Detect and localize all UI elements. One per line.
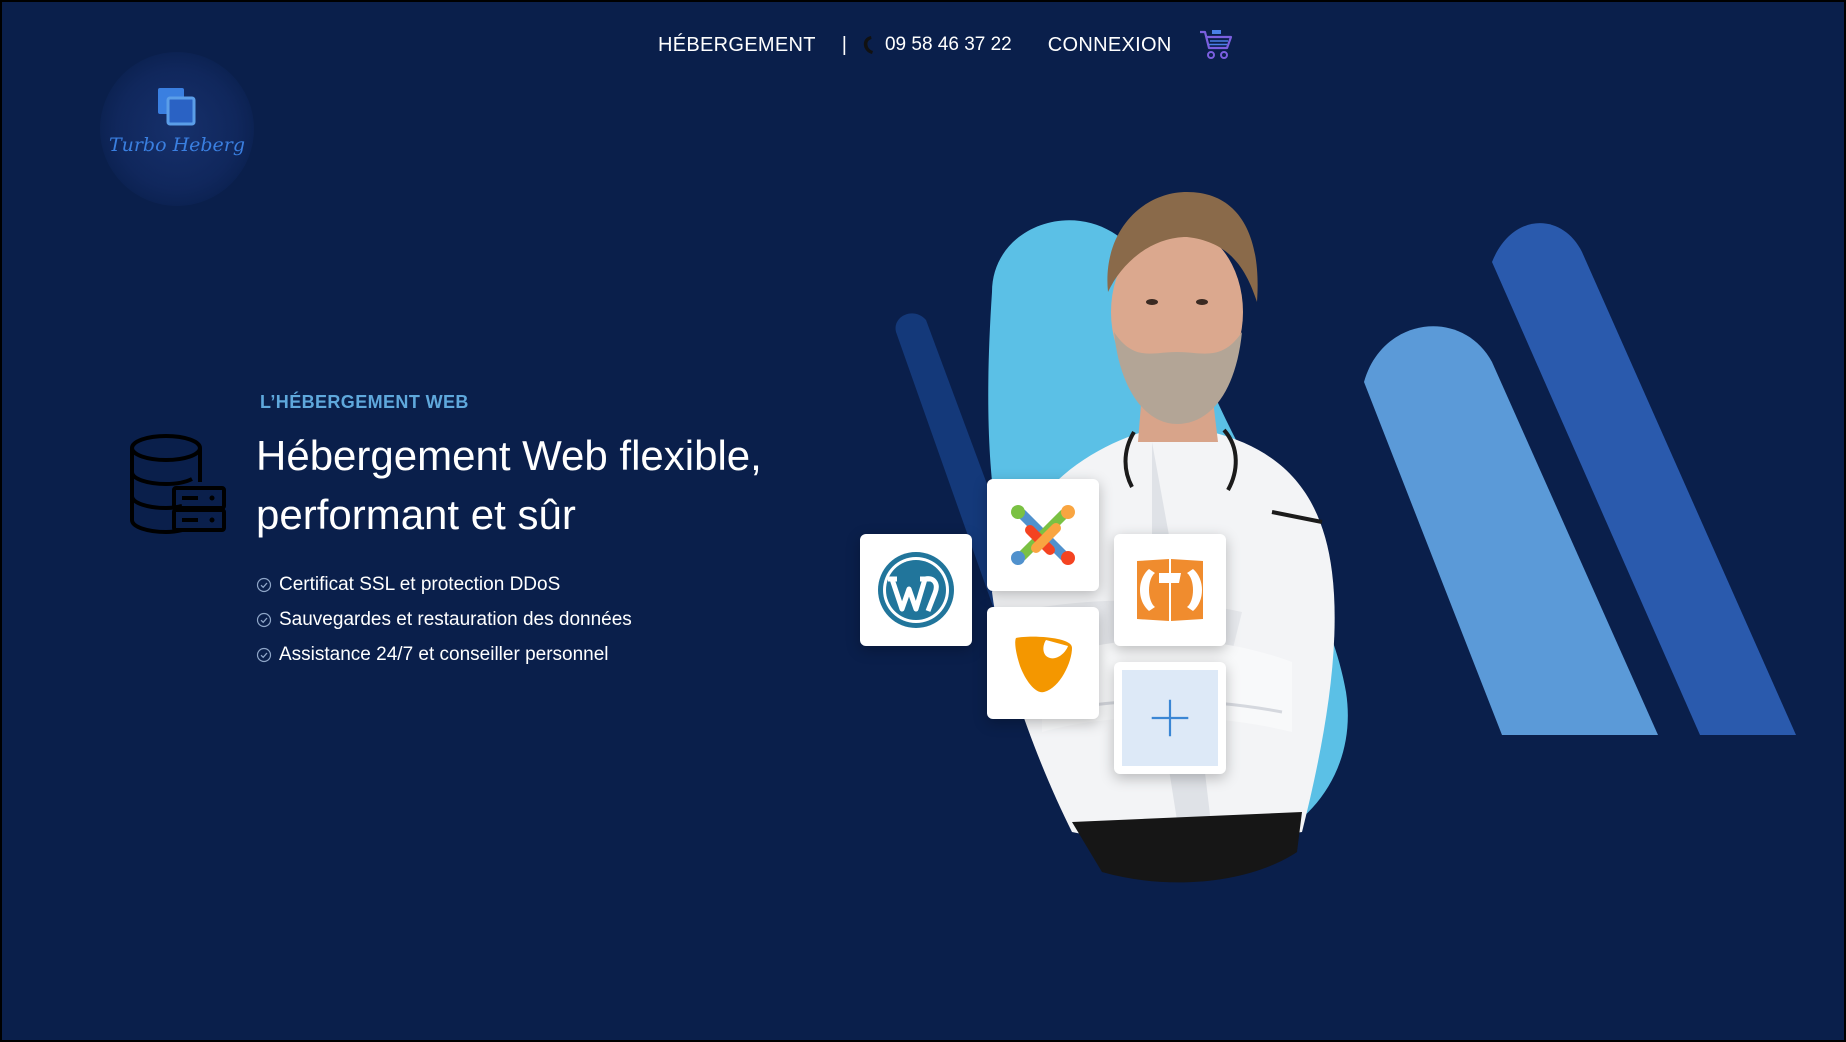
wordpress-tile[interactable] [860, 534, 972, 646]
joomla-icon [1011, 505, 1075, 565]
concrete-cms-icon [1137, 559, 1203, 621]
page: Turbo Heberg HÉBERGEMENT | 09 58 46 37 2… [2, 2, 1844, 1040]
feature-text: Assistance 24/7 et conseiller personnel [279, 644, 609, 665]
hero-title: Hébergement Web flexible, performant et … [256, 426, 816, 544]
top-nav: HÉBERGEMENT | 09 58 46 37 22 CONNEXION [658, 28, 1234, 62]
more-apps-inner [1122, 670, 1218, 766]
phone-icon [863, 36, 873, 54]
feature-text: Certificat SSL et protection DDoS [279, 574, 561, 595]
wordpress-icon [878, 552, 954, 628]
typo3-icon [1015, 636, 1072, 693]
site-logo[interactable]: Turbo Heberg [100, 52, 254, 206]
nav-login-link[interactable]: CONNEXION [1048, 34, 1172, 57]
database-server-icon [130, 434, 226, 535]
more-apps-tile[interactable] [1114, 662, 1226, 774]
phone-number[interactable]: 09 58 46 37 22 [885, 34, 1012, 56]
nav-hosting-link[interactable]: HÉBERGEMENT [658, 34, 816, 57]
hero-illustration [852, 192, 1802, 892]
section-eyebrow: L’HÉBERGEMENT WEB [260, 392, 469, 412]
nav-separator: | [841, 33, 847, 56]
hero-title-line1: Hébergement Web flexible, [256, 432, 762, 479]
feature-text: Sauvegardes et restauration des données [279, 609, 632, 630]
check-circle-icon [256, 647, 272, 663]
plus-icon [1151, 699, 1189, 737]
feature-item: Sauvegardes et restauration des données [256, 605, 632, 635]
check-circle-icon [256, 577, 272, 593]
feature-item: Assistance 24/7 et conseiller personnel [256, 640, 632, 670]
hero-title-line2: performant et sûr [256, 491, 576, 538]
typo3-tile[interactable] [987, 607, 1099, 719]
logo-mark-icon [158, 88, 196, 126]
concrete-cms-tile[interactable] [1114, 534, 1226, 646]
feature-item: Certificat SSL et protection DDoS [256, 570, 632, 600]
joomla-tile[interactable] [987, 479, 1099, 591]
check-circle-icon [256, 612, 272, 628]
cart-icon[interactable] [1198, 28, 1234, 62]
feature-list: Certificat SSL et protection DDoS Sauveg… [256, 570, 632, 675]
logo-text: Turbo Heberg [108, 134, 246, 156]
